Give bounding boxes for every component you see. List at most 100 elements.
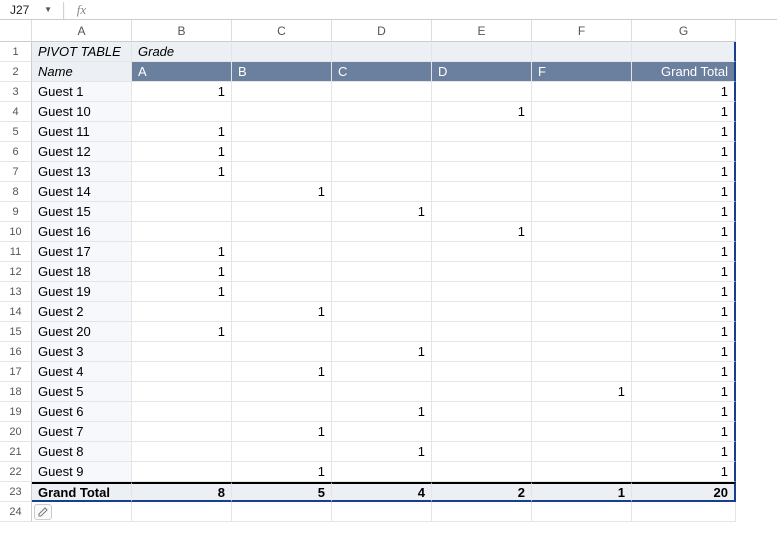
cell-data[interactable]	[132, 302, 232, 322]
cell-data[interactable]	[232, 282, 332, 302]
cell-r24-c2[interactable]	[232, 502, 332, 522]
cell-data[interactable]	[532, 242, 632, 262]
row-header-15[interactable]: 15	[0, 322, 32, 342]
row-header-20[interactable]: 20	[0, 422, 32, 442]
cell-data[interactable]	[532, 282, 632, 302]
row-header-21[interactable]: 21	[0, 442, 32, 462]
row-header-23[interactable]: 23	[0, 482, 32, 502]
cell-data[interactable]	[432, 322, 532, 342]
row-header-11[interactable]: 11	[0, 242, 32, 262]
cell-data[interactable]	[232, 402, 332, 422]
cell-data[interactable]	[332, 242, 432, 262]
column-header-D[interactable]: D	[332, 20, 432, 42]
cell-data[interactable]	[432, 402, 532, 422]
cell-data[interactable]	[432, 162, 532, 182]
row-header-16[interactable]: 16	[0, 342, 32, 362]
row-header-2[interactable]: 2	[0, 62, 32, 82]
row-header-13[interactable]: 13	[0, 282, 32, 302]
row-header-6[interactable]: 6	[0, 142, 32, 162]
spreadsheet-grid[interactable]: ABCDEFG1PIVOT TABLEGrade2NameABCDFGrand …	[0, 20, 777, 522]
cell-data[interactable]: 1	[132, 242, 232, 262]
chevron-down-icon[interactable]: ▼	[44, 5, 52, 14]
row-header-22[interactable]: 22	[0, 462, 32, 482]
row-header-9[interactable]: 9	[0, 202, 32, 222]
cell-data[interactable]	[432, 82, 532, 102]
cell-data[interactable]	[232, 382, 332, 402]
row-header-5[interactable]: 5	[0, 122, 32, 142]
cell-r24-c1[interactable]	[132, 502, 232, 522]
cell-data[interactable]	[432, 202, 532, 222]
cell-data[interactable]: 1	[132, 282, 232, 302]
cell-data[interactable]	[432, 182, 532, 202]
cell-r1-c6[interactable]	[632, 42, 736, 62]
row-header-24[interactable]: 24	[0, 502, 32, 522]
pencil-icon[interactable]	[34, 504, 52, 520]
cell-data[interactable]	[132, 442, 232, 462]
cell-data[interactable]	[432, 242, 532, 262]
cell-data[interactable]	[232, 242, 332, 262]
cell-data[interactable]: 1	[232, 462, 332, 482]
cell-r24-c3[interactable]	[332, 502, 432, 522]
row-header-1[interactable]: 1	[0, 42, 32, 62]
cell-data[interactable]	[132, 422, 232, 442]
cell-data[interactable]: 1	[232, 182, 332, 202]
cell-data[interactable]	[532, 322, 632, 342]
cell-data[interactable]	[332, 182, 432, 202]
cell-data[interactable]	[432, 262, 532, 282]
cell-r1-c3[interactable]	[332, 42, 432, 62]
row-header-8[interactable]: 8	[0, 182, 32, 202]
cell-data[interactable]	[232, 342, 332, 362]
cell-data[interactable]	[532, 122, 632, 142]
cell-data[interactable]: 1	[332, 442, 432, 462]
row-header-18[interactable]: 18	[0, 382, 32, 402]
cell-data[interactable]	[232, 442, 332, 462]
cell-data[interactable]	[432, 382, 532, 402]
cell-data[interactable]	[532, 222, 632, 242]
cell-data[interactable]	[332, 322, 432, 342]
cell-data[interactable]	[132, 342, 232, 362]
cell-data[interactable]: 1	[132, 142, 232, 162]
column-header-F[interactable]: F	[532, 20, 632, 42]
cell-data[interactable]	[332, 162, 432, 182]
cell-data[interactable]	[132, 222, 232, 242]
row-header-10[interactable]: 10	[0, 222, 32, 242]
cell-data[interactable]	[432, 282, 532, 302]
cell-data[interactable]	[332, 262, 432, 282]
cell-data[interactable]	[232, 142, 332, 162]
cell-data[interactable]	[432, 442, 532, 462]
cell-data[interactable]	[232, 202, 332, 222]
cell-data[interactable]	[532, 422, 632, 442]
cell-data[interactable]	[332, 422, 432, 442]
cell-data[interactable]	[132, 362, 232, 382]
cell-data[interactable]	[332, 382, 432, 402]
cell-data[interactable]	[332, 302, 432, 322]
cell-r24-c5[interactable]	[532, 502, 632, 522]
cell-data[interactable]: 1	[132, 122, 232, 142]
cell-data[interactable]: 1	[132, 322, 232, 342]
cell-data[interactable]	[332, 122, 432, 142]
cell-data[interactable]: 1	[232, 302, 332, 322]
column-header-E[interactable]: E	[432, 20, 532, 42]
row-header-19[interactable]: 19	[0, 402, 32, 422]
cell-r1-c5[interactable]	[532, 42, 632, 62]
cell-data[interactable]	[532, 462, 632, 482]
cell-data[interactable]	[532, 182, 632, 202]
cell-data[interactable]	[532, 102, 632, 122]
cell-data[interactable]	[232, 82, 332, 102]
cell-data[interactable]	[132, 102, 232, 122]
column-header-C[interactable]: C	[232, 20, 332, 42]
cell-data[interactable]	[332, 222, 432, 242]
row-header-14[interactable]: 14	[0, 302, 32, 322]
cell-data[interactable]	[532, 262, 632, 282]
cell-data[interactable]: 1	[332, 402, 432, 422]
cell-data[interactable]	[432, 122, 532, 142]
cell-data[interactable]	[432, 422, 532, 442]
cell-data[interactable]: 1	[132, 162, 232, 182]
cell-data[interactable]	[432, 342, 532, 362]
cell-data[interactable]	[232, 222, 332, 242]
cell-data[interactable]	[232, 102, 332, 122]
cell-data[interactable]	[532, 202, 632, 222]
cell-data[interactable]	[532, 82, 632, 102]
cell-data[interactable]	[332, 82, 432, 102]
cell-data[interactable]: 1	[332, 342, 432, 362]
